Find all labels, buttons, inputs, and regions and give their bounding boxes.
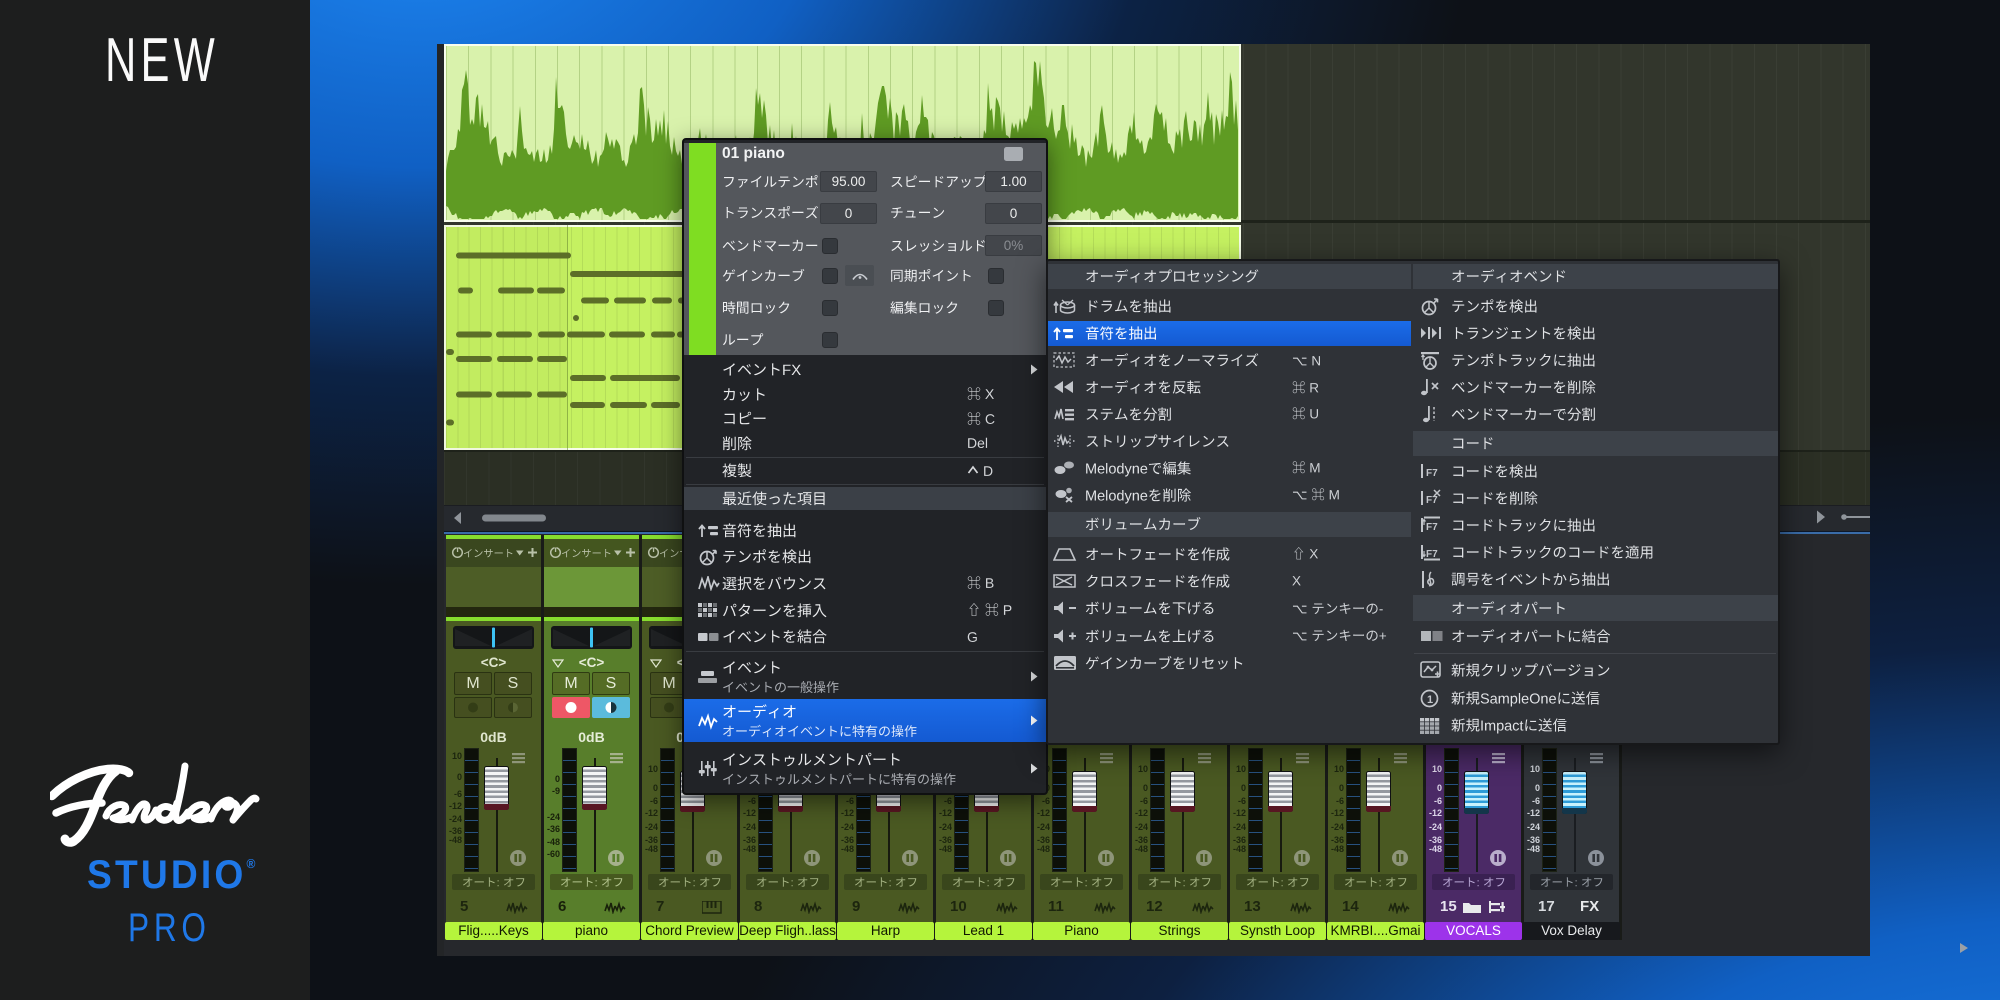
svg-text:1: 1	[1427, 694, 1433, 706]
svg-text:F7: F7	[1426, 495, 1438, 506]
svg-text:F7: F7	[1426, 522, 1438, 533]
svg-text:F7: F7	[1426, 549, 1438, 560]
svg-text:F7: F7	[1426, 468, 1438, 479]
